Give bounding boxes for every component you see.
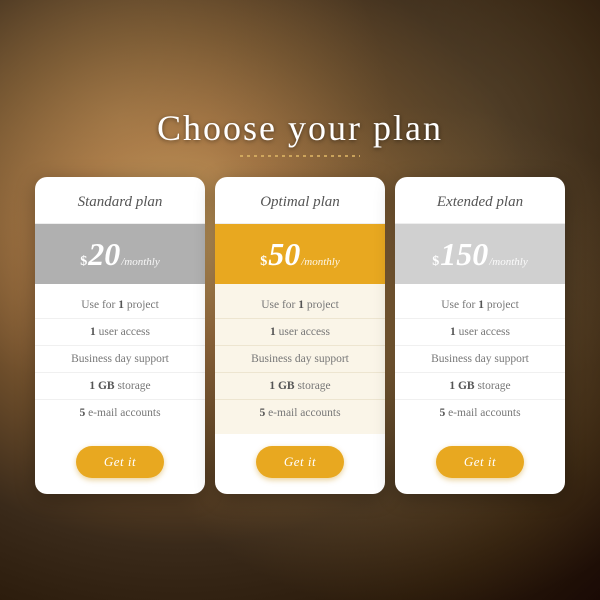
- plans-container: Standard plan $ 20 /monthly Use for 1 pr…: [15, 177, 585, 494]
- feature-row: Business day support: [35, 346, 205, 373]
- price-period-optimal: /monthly: [301, 256, 340, 268]
- plan-price-extended: $ 150 /monthly: [395, 224, 565, 284]
- price-period-extended: /monthly: [489, 256, 528, 268]
- plan-features-extended: Use for 1 project 1 user access Business…: [395, 284, 565, 434]
- price-amount-optimal: 50: [268, 238, 300, 270]
- plan-card-standard: Standard plan $ 20 /monthly Use for 1 pr…: [35, 177, 205, 494]
- feature-row: 1 GB storage: [215, 373, 385, 400]
- price-amount-standard: 20: [88, 238, 120, 270]
- plan-card-extended: Extended plan $ 150 /monthly Use for 1 p…: [395, 177, 565, 494]
- plan-name-extended: Extended plan: [437, 194, 523, 210]
- price-period-standard: /monthly: [121, 256, 160, 268]
- plan-header-standard: Standard plan: [35, 177, 205, 224]
- get-it-button-standard[interactable]: Get it: [76, 446, 164, 478]
- plan-footer-extended: Get it: [395, 434, 565, 494]
- plan-features-standard: Use for 1 project 1 user access Business…: [35, 284, 205, 434]
- feature-row: Use for 1 project: [395, 292, 565, 319]
- plan-price-standard: $ 20 /monthly: [35, 224, 205, 284]
- plan-footer-optimal: Get it: [215, 434, 385, 494]
- title-decoration: [240, 155, 360, 157]
- plan-price-optimal: $ 50 /monthly: [215, 224, 385, 284]
- feature-row: 1 GB storage: [35, 373, 205, 400]
- get-it-button-extended[interactable]: Get it: [436, 446, 524, 478]
- plan-name-optimal: Optimal plan: [260, 194, 340, 210]
- feature-row: 1 user access: [35, 319, 205, 346]
- feature-row: 1 user access: [395, 319, 565, 346]
- plan-footer-standard: Get it: [35, 434, 205, 494]
- plan-features-optimal: Use for 1 project 1 user access Business…: [215, 284, 385, 434]
- plan-header-optimal: Optimal plan: [215, 177, 385, 224]
- page-title: Choose your plan: [157, 107, 443, 149]
- price-dollar-optimal: $: [260, 255, 267, 269]
- feature-row: 1 user access: [215, 319, 385, 346]
- price-dollar-extended: $: [432, 255, 439, 269]
- feature-row: Business day support: [215, 346, 385, 373]
- plan-header-extended: Extended plan: [395, 177, 565, 224]
- feature-row: Use for 1 project: [215, 292, 385, 319]
- get-it-button-optimal[interactable]: Get it: [256, 446, 344, 478]
- price-amount-extended: 150: [440, 238, 488, 270]
- feature-row: 1 GB storage: [395, 373, 565, 400]
- price-box-optimal: $ 50 /monthly: [215, 224, 385, 284]
- feature-row: Use for 1 project: [35, 292, 205, 319]
- plan-card-optimal: Optimal plan $ 50 /monthly Use for 1 pro…: [215, 177, 385, 494]
- price-box-extended: $ 150 /monthly: [395, 224, 565, 284]
- dot-line-left: [240, 155, 360, 157]
- plan-name-standard: Standard plan: [78, 194, 163, 210]
- feature-row: 5 e-mail accounts: [215, 400, 385, 426]
- price-box-standard: $ 20 /monthly: [35, 224, 205, 284]
- feature-row: Business day support: [395, 346, 565, 373]
- feature-row: 5 e-mail accounts: [395, 400, 565, 426]
- feature-row: 5 e-mail accounts: [35, 400, 205, 426]
- price-dollar-standard: $: [80, 255, 87, 269]
